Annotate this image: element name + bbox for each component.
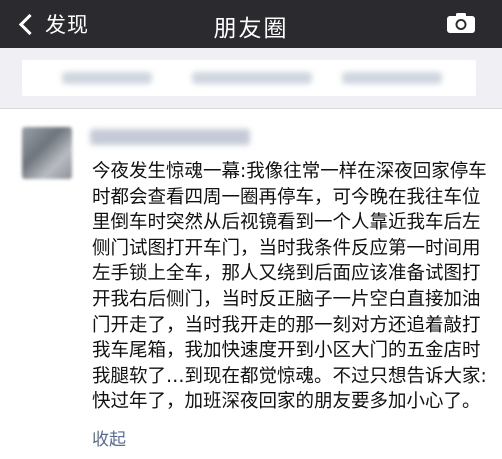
top-navigation-bar: 发现 朋友圈	[0, 0, 502, 48]
blurred-content	[342, 72, 442, 84]
avatar[interactable]	[22, 127, 72, 179]
blurred-cover-strip	[22, 60, 476, 96]
camera-icon[interactable]	[446, 12, 476, 34]
chevron-left-icon	[18, 13, 41, 35]
collapse-link[interactable]: 收起	[92, 425, 126, 450]
post-author-name-blurred[interactable]	[90, 129, 250, 145]
back-button[interactable]: 发现	[18, 8, 89, 40]
blurred-content	[192, 72, 312, 84]
moments-post: 今夜发生惊魂一幕:我像往常一样在深夜回家停车时都会查看四周一圈再停车，可今晚在我…	[0, 108, 502, 459]
post-text: 今夜发生惊魂一幕:我像往常一样在深夜回家停车时都会查看四周一圈再停车，可今晚在我…	[92, 161, 487, 413]
blurred-content	[62, 72, 152, 84]
back-button-label: 发现	[45, 13, 89, 37]
